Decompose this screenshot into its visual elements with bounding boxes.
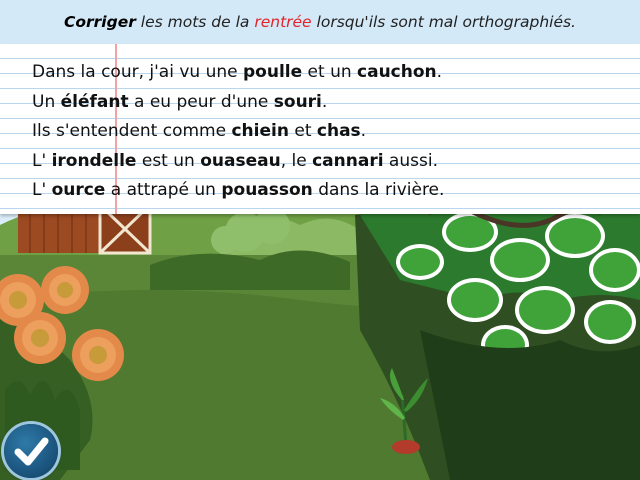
misspelled-word[interactable]: irondelle — [52, 151, 137, 171]
sentence-text: a eu peur d'une — [128, 91, 274, 112]
sentence-text: , le — [280, 150, 313, 171]
sentence-text: et un — [302, 62, 358, 82]
sentence-text: . — [436, 62, 443, 82]
sentence-text: et — [288, 121, 317, 141]
sentence-text: aussi. — [383, 150, 438, 171]
sentence-text: . — [321, 91, 328, 112]
checkmark-icon — [14, 437, 49, 466]
instruction-highlight-word: rentrée — [254, 13, 312, 31]
misspelled-word[interactable]: souri — [274, 92, 322, 112]
misspelled-word[interactable]: chiein — [231, 121, 288, 141]
sentence-row: Un éléfant a eu peur d'une souri. — [32, 88, 444, 118]
instruction-text-middle: les mots de la — [135, 13, 255, 31]
sentence-text: L' — [32, 150, 52, 171]
misspelled-word[interactable]: poulle — [243, 62, 302, 82]
sentence-row: Ils s'entendent comme chiein et chas. — [32, 117, 444, 147]
lined-paper-panel: Dans la cour, j'ai vu une poulle et un c… — [0, 44, 640, 214]
misspelled-word[interactable]: ource — [52, 180, 106, 200]
sentence-text: dans la rivière. — [312, 180, 445, 200]
sentence-text: est un — [136, 150, 201, 171]
sentence-row: L' ource a attrapé un pouasson dans la r… — [32, 176, 444, 206]
instruction-text-end: lorsqu'ils sont mal orthographiés. — [311, 13, 576, 31]
misspelled-word[interactable]: pouasson — [221, 180, 312, 200]
sentence-text: . — [360, 121, 367, 141]
sentence-text: L' — [32, 180, 52, 200]
instruction-verb: Corriger — [63, 13, 136, 31]
misspelled-word[interactable]: éléfant — [61, 92, 129, 112]
misspelled-word[interactable]: cauchon — [357, 62, 437, 82]
instruction-banner: Corriger les mots de la rentrée lorsqu'i… — [0, 0, 640, 44]
misspelled-word[interactable]: ouaseau — [200, 151, 280, 171]
sentence-text: Dans la cour, j'ai vu une — [32, 62, 243, 82]
sentence-text: a attrapé un — [105, 180, 222, 200]
sentence-row: L' irondelle est un ouaseau, le cannari … — [32, 147, 444, 177]
sentence-row: Dans la cour, j'ai vu une poulle et un c… — [32, 58, 444, 88]
misspelled-word[interactable]: cannari — [312, 151, 383, 171]
misspelled-word[interactable]: chas — [317, 121, 361, 141]
validate-button[interactable] — [4, 424, 58, 478]
sentence-list: Dans la cour, j'ai vu une poulle et un c… — [32, 58, 444, 206]
sentence-text: Ils s'entendent comme — [32, 121, 232, 141]
sentence-text: Un — [32, 91, 61, 112]
